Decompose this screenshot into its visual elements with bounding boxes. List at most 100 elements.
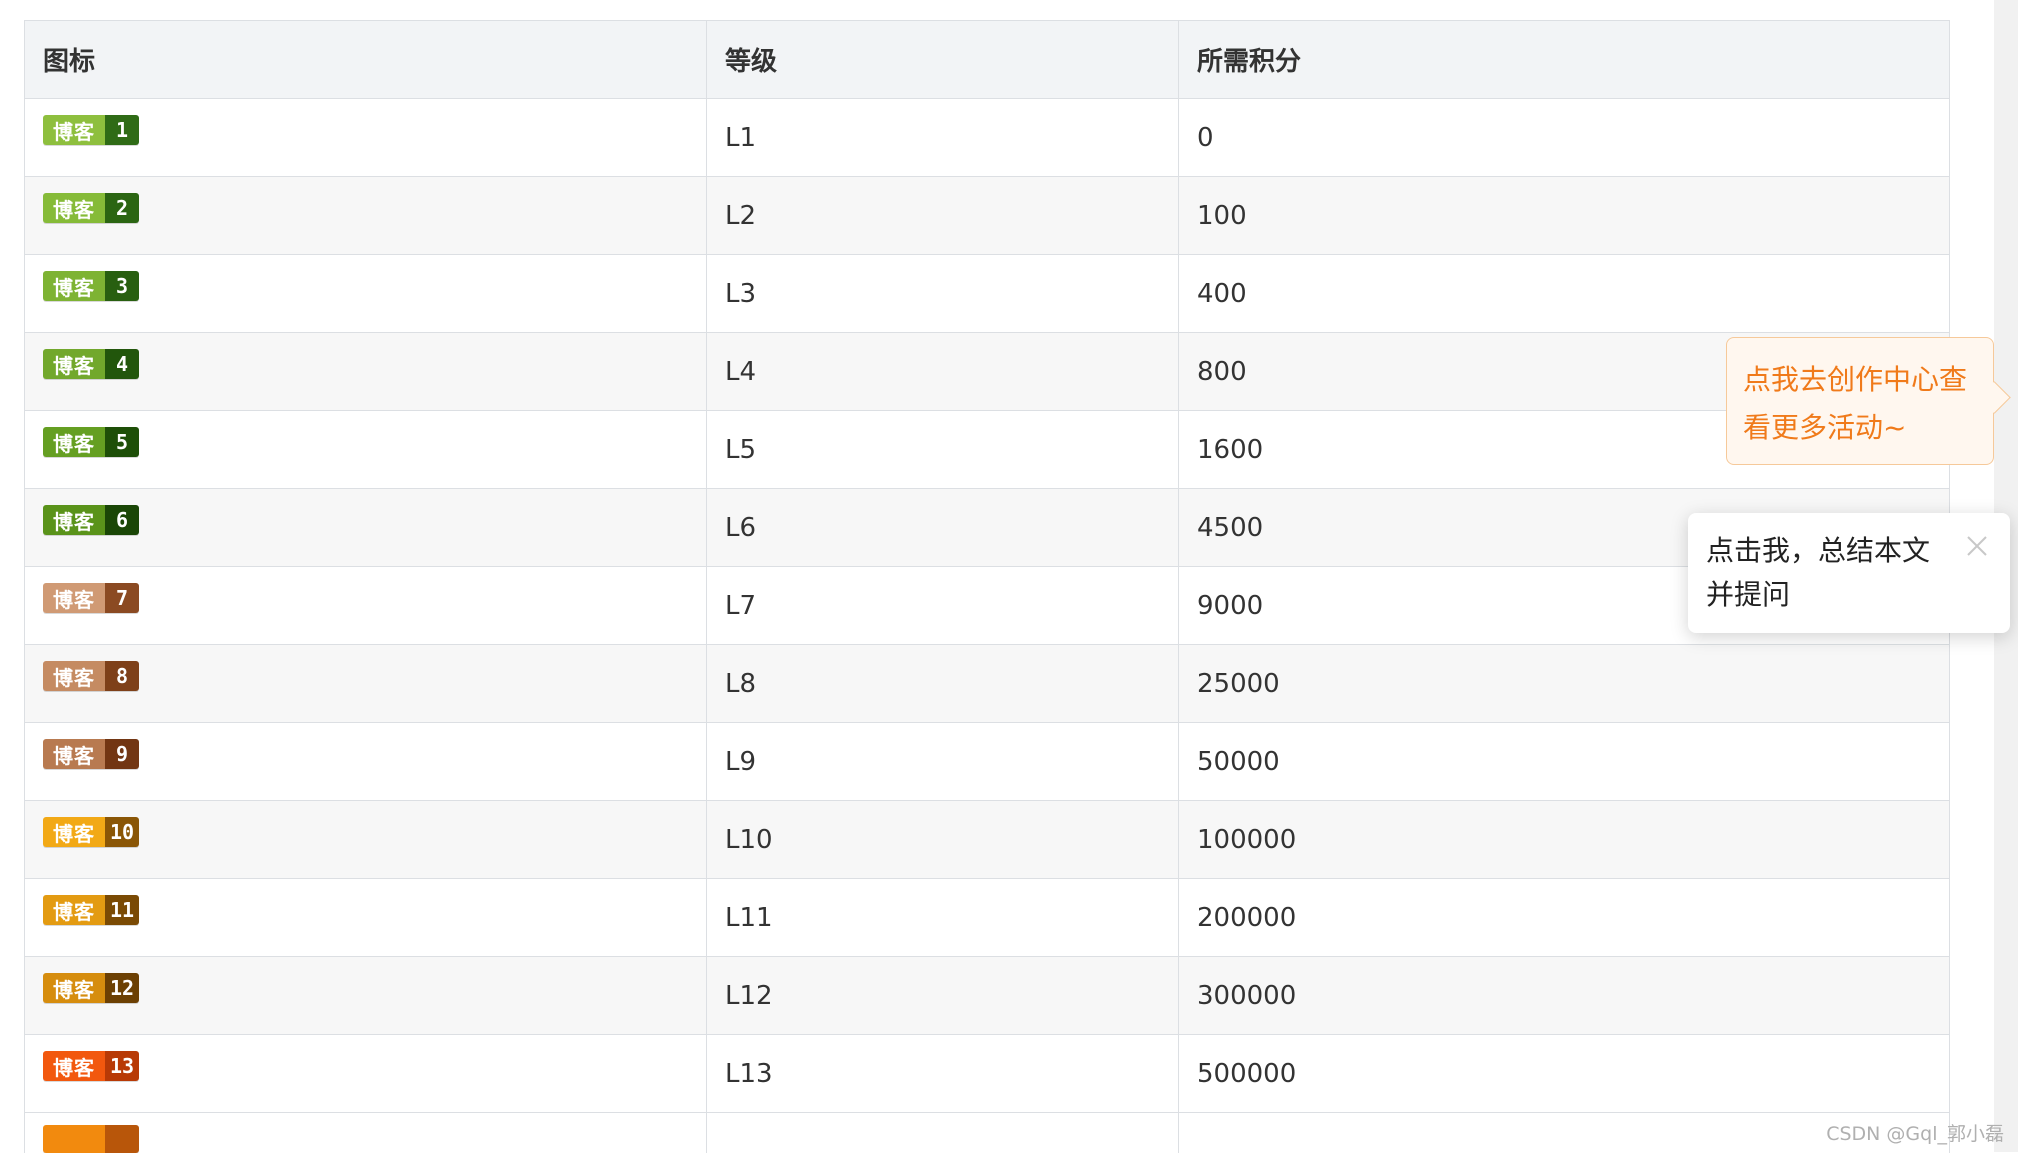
icon-cell: 博客 5 [25, 411, 707, 488]
level-cell: L4 [707, 333, 1179, 410]
table-row: 博客 5 L5 1600 [25, 411, 1949, 489]
icon-cell: 博客 11 [25, 879, 707, 956]
icon-cell: 博客 6 [25, 489, 707, 566]
badge-level: 5 [105, 427, 139, 457]
level-badge: 博客 2 [43, 193, 139, 223]
creation-center-tooltip[interactable]: 点我去创作中心查看更多活动~ [1726, 337, 2011, 465]
header-icon: 图标 [25, 21, 707, 98]
header-points: 所需积分 [1197, 47, 1302, 77]
points-cell: 100 [1197, 200, 1247, 231]
icon-cell: 博客 12 [25, 957, 707, 1034]
table-row: 博客 10 L10 100000 [25, 801, 1949, 879]
table-row: 博客 1 L1 0 [25, 99, 1949, 177]
level-cell: L6 [707, 489, 1179, 566]
table-row: 博客 9 L9 50000 [25, 723, 1949, 801]
badge-text: 博客 [43, 427, 105, 457]
badge-level: 8 [105, 661, 139, 691]
summary-tooltip[interactable]: 点击我，总结本文并提问 [1688, 513, 2010, 633]
creation-center-tooltip-text: 点我去创作中心查看更多活动~ [1743, 363, 1968, 444]
table-row: 博客 13 L13 500000 [25, 1035, 1949, 1113]
points-cell: 50000 [1197, 746, 1280, 777]
level-cell: L11 [707, 879, 1179, 956]
level-badge: 博客 13 [43, 1051, 139, 1081]
icon-cell: 博客 1 [25, 99, 707, 176]
level-badge: 博客 5 [43, 427, 139, 457]
icon-cell: 博客 7 [25, 567, 707, 644]
level-badge: 博客 3 [43, 271, 139, 301]
badge-text: 博客 [43, 1051, 105, 1081]
icon-cell: 博客 4 [25, 333, 707, 410]
points-cell: 100000 [1197, 824, 1297, 855]
icon-cell: 博客 13 [25, 1035, 707, 1112]
points-cell: 25000 [1197, 668, 1280, 699]
badge-level: 7 [105, 583, 139, 613]
badge-text: 博客 [43, 505, 105, 535]
level-cell: L7 [707, 567, 1179, 644]
table-header-row: 图标 等级 所需积分 [25, 21, 1949, 99]
table-row: 博客 12 L12 300000 [25, 957, 1949, 1035]
icon-cell: 博客 9 [25, 723, 707, 800]
level-badge-partial [43, 1125, 139, 1153]
badge-level: 10 [105, 817, 139, 847]
level-cell: L10 [707, 801, 1179, 878]
badge-level: 11 [105, 895, 139, 925]
icon-cell: 博客 2 [25, 177, 707, 254]
table-row: 博客 6 L6 4500 [25, 489, 1949, 567]
close-icon[interactable] [1964, 533, 1990, 559]
badge-text: 博客 [43, 115, 105, 145]
table-row: 博客 3 L3 400 [25, 255, 1949, 333]
points-cell: 300000 [1197, 980, 1297, 1011]
points-cell: 200000 [1197, 902, 1297, 933]
badge-text: 博客 [43, 271, 105, 301]
badge-level: 2 [105, 193, 139, 223]
level-cell: L13 [707, 1035, 1179, 1112]
level-badge: 博客 11 [43, 895, 139, 925]
badge-level: 9 [105, 739, 139, 769]
level-badge: 博客 8 [43, 661, 139, 691]
badge-text: 博客 [43, 349, 105, 379]
level-table: 图标 等级 所需积分 博客 1 L1 0 博客 2 L2 100 博客 3 L3 400 博客 4 L4 80… [24, 20, 1950, 1153]
level-badge: 博客 7 [43, 583, 139, 613]
header-level: 等级 [707, 21, 1179, 98]
badge-text: 博客 [43, 895, 105, 925]
level-cell: L1 [707, 99, 1179, 176]
level-badge: 博客 6 [43, 505, 139, 535]
icon-cell: 博客 3 [25, 255, 707, 332]
summary-tooltip-text: 点击我，总结本文并提问 [1706, 534, 1931, 611]
badge-text: 博客 [43, 973, 105, 1003]
table-row: 博客 11 L11 200000 [25, 879, 1949, 957]
table-row: 博客 8 L8 25000 [25, 645, 1949, 723]
points-cell: 500000 [1197, 1058, 1297, 1089]
level-badge: 博客 12 [43, 973, 139, 1003]
watermark: CSDN @Gql_郭小磊 [1826, 1123, 2004, 1145]
points-cell: 400 [1197, 278, 1247, 309]
level-badge: 博客 1 [43, 115, 139, 145]
level-badge: 博客 10 [43, 817, 139, 847]
icon-cell: 博客 8 [25, 645, 707, 722]
badge-level: 12 [105, 973, 139, 1003]
badge-text: 博客 [43, 661, 105, 691]
table-row: 博客 4 L4 800 [25, 333, 1949, 411]
level-cell: L3 [707, 255, 1179, 332]
table-row: 博客 7 L7 9000 [25, 567, 1949, 645]
level-badge: 博客 9 [43, 739, 139, 769]
level-cell: L5 [707, 411, 1179, 488]
badge-level: 1 [105, 115, 139, 145]
level-badge: 博客 4 [43, 349, 139, 379]
badge-text: 博客 [43, 739, 105, 769]
badge-text: 博客 [43, 583, 105, 613]
level-cell: L12 [707, 957, 1179, 1034]
badge-level: 3 [105, 271, 139, 301]
badge-level: 13 [105, 1051, 139, 1081]
level-cell: L8 [707, 645, 1179, 722]
points-cell: 0 [1197, 122, 1214, 153]
badge-text: 博客 [43, 193, 105, 223]
badge-level: 6 [105, 505, 139, 535]
level-cell: L9 [707, 723, 1179, 800]
icon-cell: 博客 10 [25, 801, 707, 878]
badge-level: 4 [105, 349, 139, 379]
table-row: 博客 2 L2 100 [25, 177, 1949, 255]
badge-text: 博客 [43, 817, 105, 847]
level-cell: L2 [707, 177, 1179, 254]
table-row-partial [25, 1113, 1949, 1153]
